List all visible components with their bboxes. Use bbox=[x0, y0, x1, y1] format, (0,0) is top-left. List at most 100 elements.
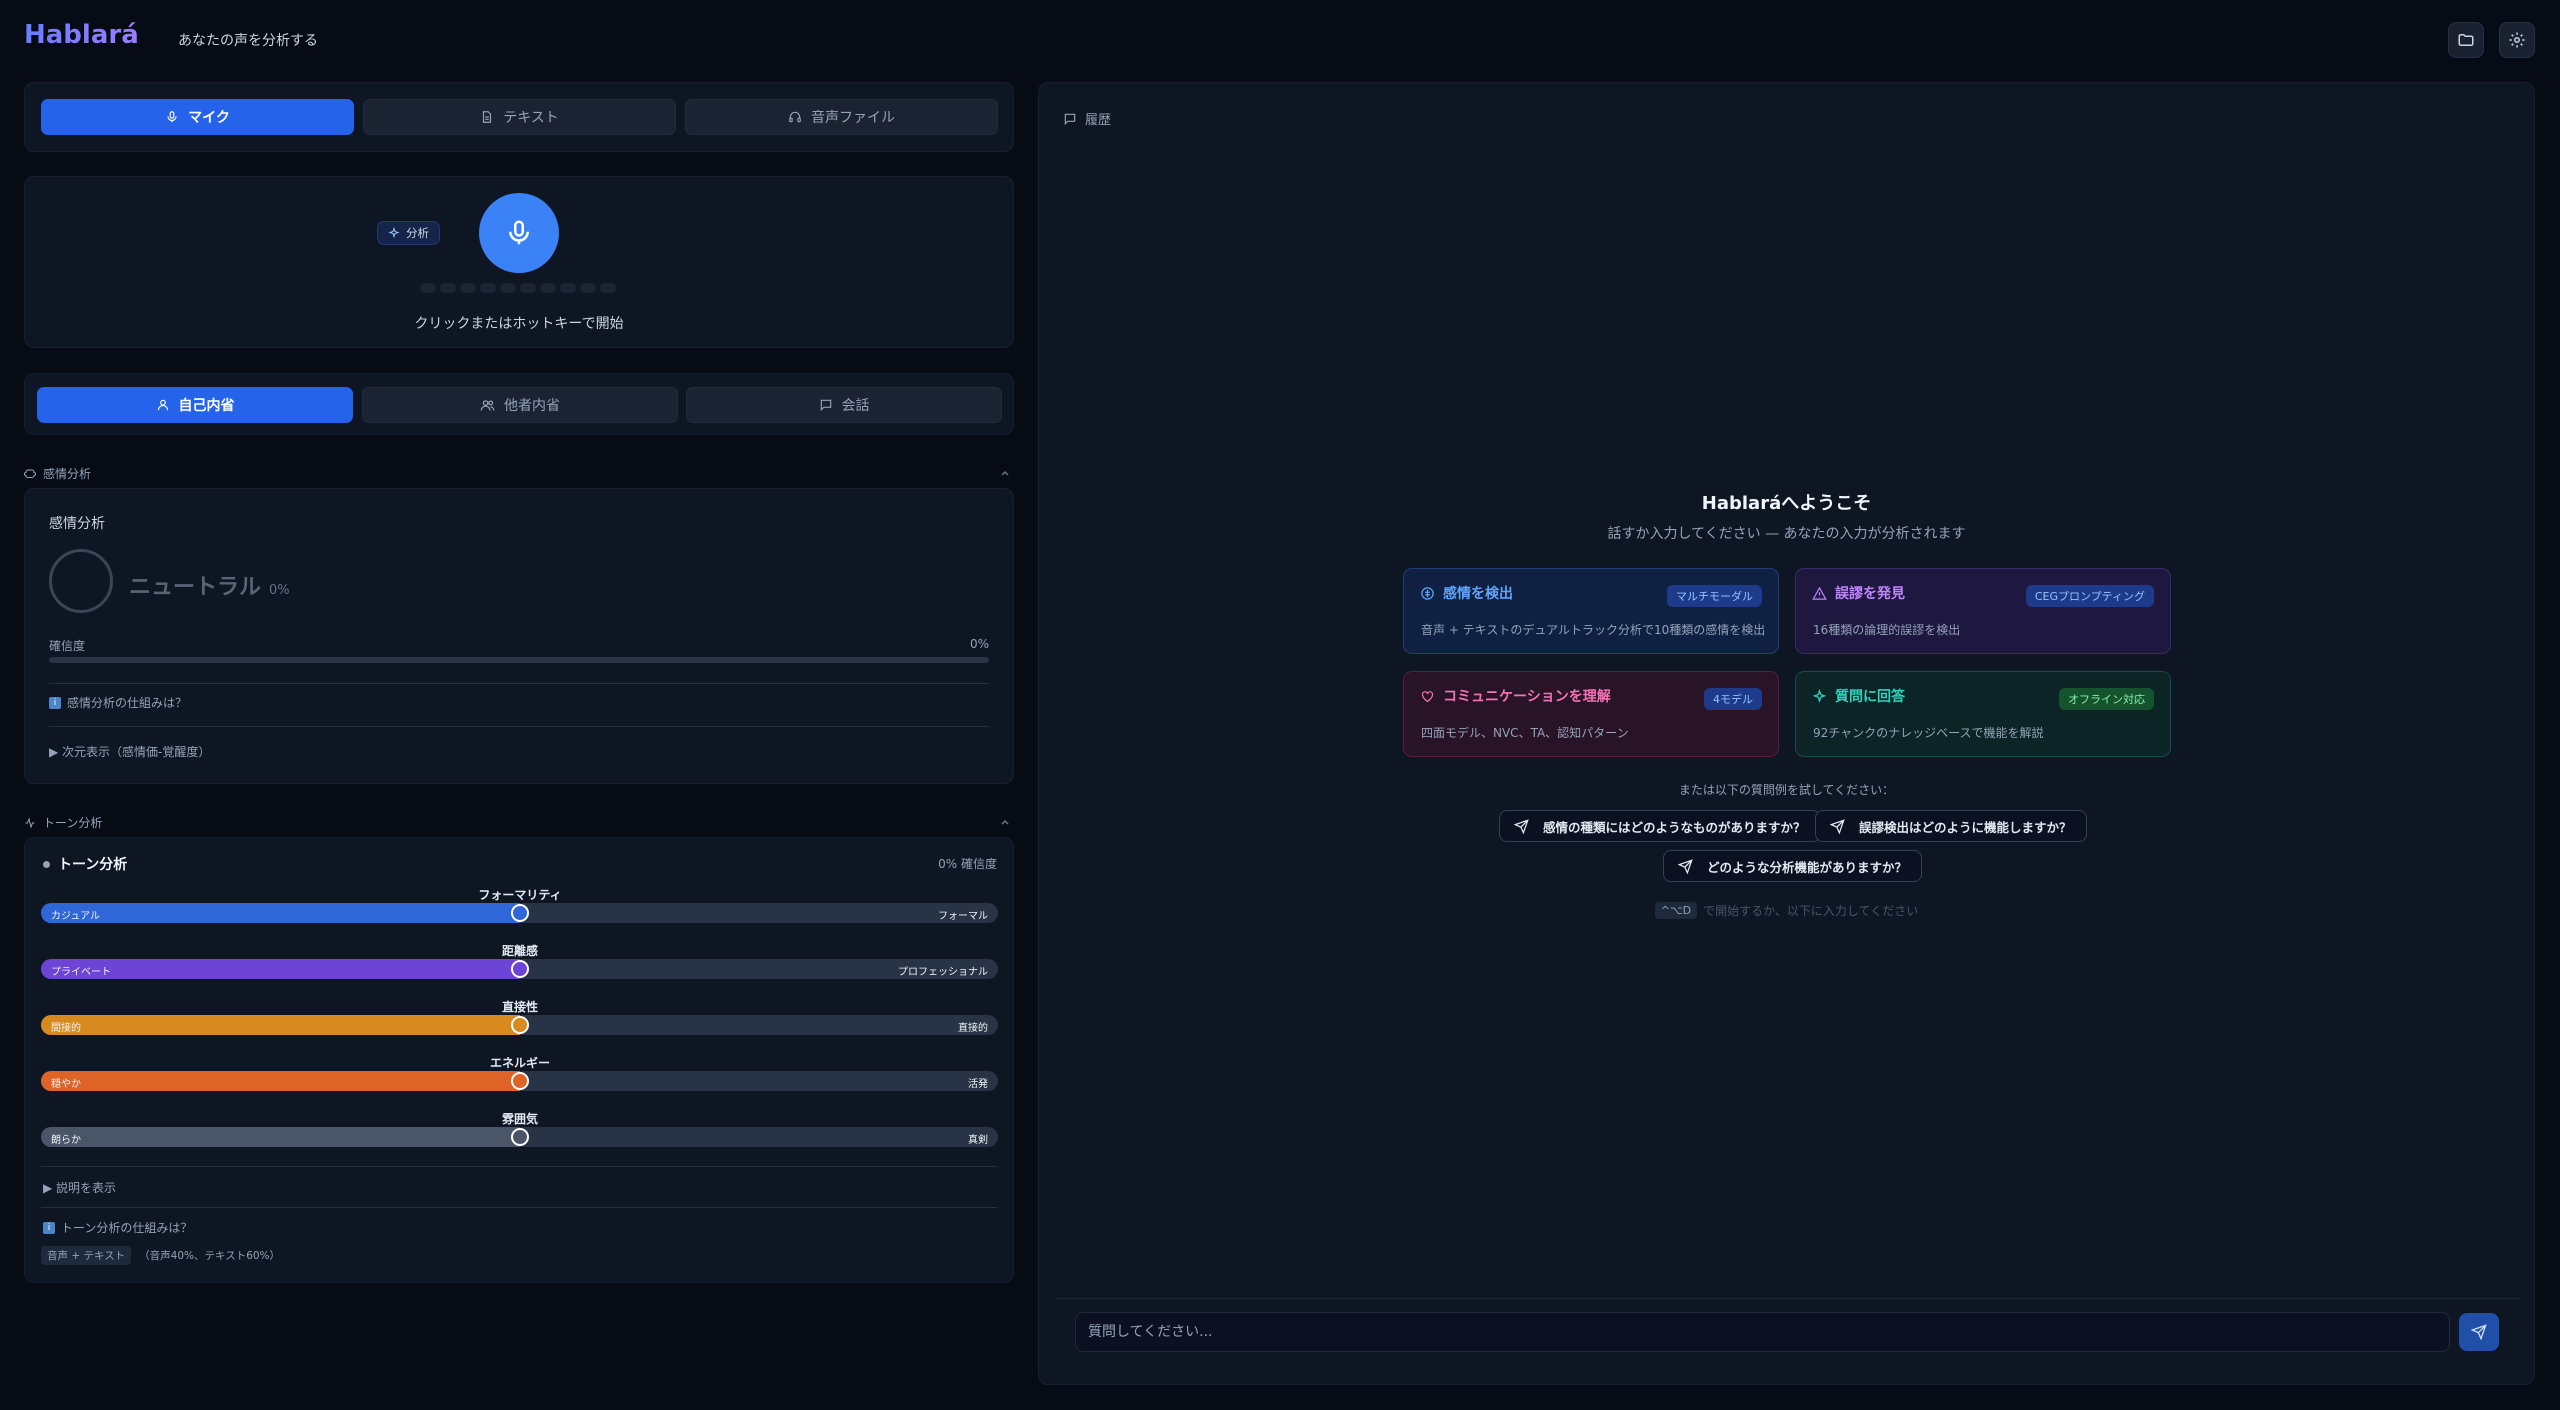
tone-slider-thumb bbox=[510, 1128, 529, 1146]
emotion-section-header[interactable]: 感情分析 bbox=[24, 465, 91, 482]
emotion-percent: 0% bbox=[269, 583, 290, 598]
emotion-result: ニュートラル 0% bbox=[129, 569, 290, 601]
feature-card-emotion[interactable]: 感情を検出 マルチモーダル 音声 + テキストのデュアルトラック分析で10種類の… bbox=[1403, 568, 1779, 654]
card-badge: オフライン対応 bbox=[2059, 688, 2154, 710]
suggestion-button[interactable]: どのような分析機能がありますか？ bbox=[1663, 850, 1923, 882]
suggestion-label: どのような分析機能がありますか？ bbox=[1707, 859, 1908, 875]
divider bbox=[41, 1207, 997, 1208]
tone-dimension-title: フォーマリティ bbox=[478, 888, 562, 902]
card-title-label: 質問に回答 bbox=[1835, 689, 1905, 705]
tone-dimension-title: 直接性 bbox=[501, 1000, 538, 1014]
level-dot bbox=[440, 283, 456, 293]
brain-icon bbox=[1421, 586, 1434, 600]
level-dot bbox=[560, 283, 576, 293]
suggestion-button[interactable]: 誤謬検出はどのように機能しますか？ bbox=[1815, 810, 2087, 842]
tab-conversation[interactable]: 会話 bbox=[686, 387, 1002, 423]
card-description: 音声 + テキストのデュアルトラック分析で10種類の感情を検出 bbox=[1421, 623, 1766, 637]
send-button[interactable] bbox=[2459, 1313, 2499, 1351]
tab-others-reflection[interactable]: 他者内省 bbox=[362, 387, 678, 423]
emotion-how-it-works[interactable]: i 感情分析の仕組みは？ bbox=[49, 694, 187, 711]
feature-card-fallacy[interactable]: 誤謬を発見 CEGプロンプティング 16種類の論理的誤謬を検出 bbox=[1795, 568, 2171, 654]
headphones-icon bbox=[789, 111, 801, 123]
tab-label: 音声ファイル bbox=[811, 110, 895, 126]
info-icon: i bbox=[43, 1221, 55, 1234]
card-description: 92チャンクのナレッジベースで機能を解説 bbox=[1813, 726, 2044, 740]
collapse-chevron-icon[interactable] bbox=[1000, 468, 1010, 478]
tone-slider: 間接的 直接的 bbox=[41, 1015, 998, 1035]
tone-slider-fill bbox=[41, 1127, 520, 1147]
brain-icon bbox=[24, 469, 36, 478]
collapse-chevron-icon[interactable] bbox=[1000, 817, 1010, 827]
recorder-panel: 分析 クリックまたはホットキーで開始 bbox=[24, 176, 1014, 348]
emotion-name: ニュートラル bbox=[129, 575, 262, 600]
gear-icon bbox=[2509, 32, 2525, 48]
send-icon bbox=[1678, 858, 1693, 874]
shortcut-hint: ^⌥D で開始するか、以下に入力してください bbox=[1039, 902, 2534, 919]
level-dot bbox=[540, 283, 556, 293]
suggestion-button[interactable]: 感情の種類にはどのようなものがありますか？ bbox=[1499, 810, 1821, 842]
history-header[interactable]: 履歴 bbox=[1063, 109, 1111, 128]
user-icon bbox=[157, 399, 168, 411]
tone-left-label: プライベート bbox=[51, 967, 111, 978]
tab-label: 会話 bbox=[841, 398, 870, 414]
tone-slider-thumb bbox=[510, 1016, 529, 1034]
chat-icon bbox=[1064, 113, 1076, 125]
emotion-section-label: 感情分析 bbox=[43, 467, 92, 481]
analyze-badge-label: 分析 bbox=[406, 226, 429, 240]
divider bbox=[49, 726, 989, 727]
info-icon: i bbox=[49, 696, 61, 709]
mic-icon bbox=[509, 220, 529, 245]
audio-level-meter bbox=[420, 283, 616, 293]
emotion-how-it-works-label: 感情分析の仕組みは？ bbox=[67, 696, 188, 710]
tone-section-header[interactable]: トーン分析 bbox=[24, 814, 102, 831]
confidence-value: 0% bbox=[969, 637, 989, 651]
open-folder-button[interactable] bbox=[2448, 22, 2484, 58]
explain-toggle[interactable]: ▶ 説明を表示 bbox=[43, 1179, 116, 1196]
suggestion-label: 誤謬検出はどのように機能しますか？ bbox=[1859, 819, 2072, 835]
shortcut-key: ^⌥D bbox=[1654, 902, 1698, 919]
shortcut-text: で開始するか、以下に入力してください bbox=[1703, 904, 1919, 918]
analyze-badge: 分析 bbox=[377, 221, 440, 245]
card-title-label: コミュニケーションを理解 bbox=[1443, 689, 1611, 705]
tab-label: マイク bbox=[188, 110, 230, 126]
dimension-toggle[interactable]: ▶ 次元表示（感情価-覚醒度） bbox=[49, 743, 210, 760]
tab-microphone[interactable]: マイク bbox=[41, 99, 354, 135]
tone-how-it-works[interactable]: i トーン分析の仕組みは？ bbox=[43, 1219, 192, 1236]
confidence-label: 確信度 bbox=[49, 639, 86, 653]
feature-card-qa[interactable]: 質問に回答 オフライン対応 92チャンクのナレッジベースで機能を解説 bbox=[1795, 671, 2171, 757]
emotion-ring bbox=[49, 549, 113, 613]
emotion-card-title: 感情分析 bbox=[49, 516, 105, 532]
users-icon bbox=[480, 399, 495, 411]
card-description: 16種類の論理的誤謬を検出 bbox=[1813, 623, 1961, 637]
chat-panel: 履歴 Hablaráへようこそ 話すか入力してください — あなたの入力が分析さ… bbox=[1038, 82, 2535, 1385]
feature-card-communication[interactable]: コミュニケーションを理解 4モデル 四面モデル、NVC、TA、認知パターン bbox=[1403, 671, 1779, 757]
tone-dimension-title: エネルギー bbox=[489, 1056, 550, 1070]
tab-audio-file[interactable]: 音声ファイル bbox=[685, 99, 998, 135]
tone-how-it-works-label: トーン分析の仕組みは？ bbox=[61, 1221, 193, 1235]
card-description: 四面モデル、NVC、TA、認知パターン bbox=[1421, 726, 1629, 740]
level-dot bbox=[500, 283, 516, 293]
level-dot bbox=[520, 283, 536, 293]
record-button[interactable] bbox=[479, 193, 559, 273]
chat-input[interactable] bbox=[1075, 1312, 2450, 1352]
card-badge: CEGプロンプティング bbox=[2025, 585, 2154, 607]
source-chip: 音声 + テキスト bbox=[41, 1246, 132, 1265]
tab-self-reflection[interactable]: 自己内省 bbox=[37, 387, 353, 423]
tone-right-label: 活発 bbox=[968, 1079, 988, 1090]
input-source-tabs: マイク テキスト 音声ファイル bbox=[24, 82, 1014, 152]
divider bbox=[49, 683, 989, 684]
welcome-subtitle: 話すか入力してください — あなたの入力が分析されます bbox=[1607, 526, 1966, 542]
tone-left-label: 間接的 bbox=[51, 1023, 81, 1034]
settings-button[interactable] bbox=[2499, 22, 2535, 58]
tab-text[interactable]: テキスト bbox=[363, 99, 676, 135]
app-logo: Hablará bbox=[24, 20, 139, 50]
tab-label: 他者内省 bbox=[504, 398, 560, 414]
tone-section-label: トーン分析 bbox=[43, 816, 103, 830]
tone-slider-fill bbox=[41, 1015, 520, 1035]
divider bbox=[41, 1166, 997, 1167]
tone-card: トーン分析 0% 確信度 フォーマリティ カジュアル フォーマル 距離感 プライベートプ… bbox=[24, 837, 1014, 1283]
tone-right-label: プロフェッショナル bbox=[898, 967, 988, 978]
send-icon bbox=[1514, 818, 1529, 834]
send-icon bbox=[1830, 818, 1845, 834]
card-badge: マルチモーダル bbox=[1667, 585, 1762, 607]
